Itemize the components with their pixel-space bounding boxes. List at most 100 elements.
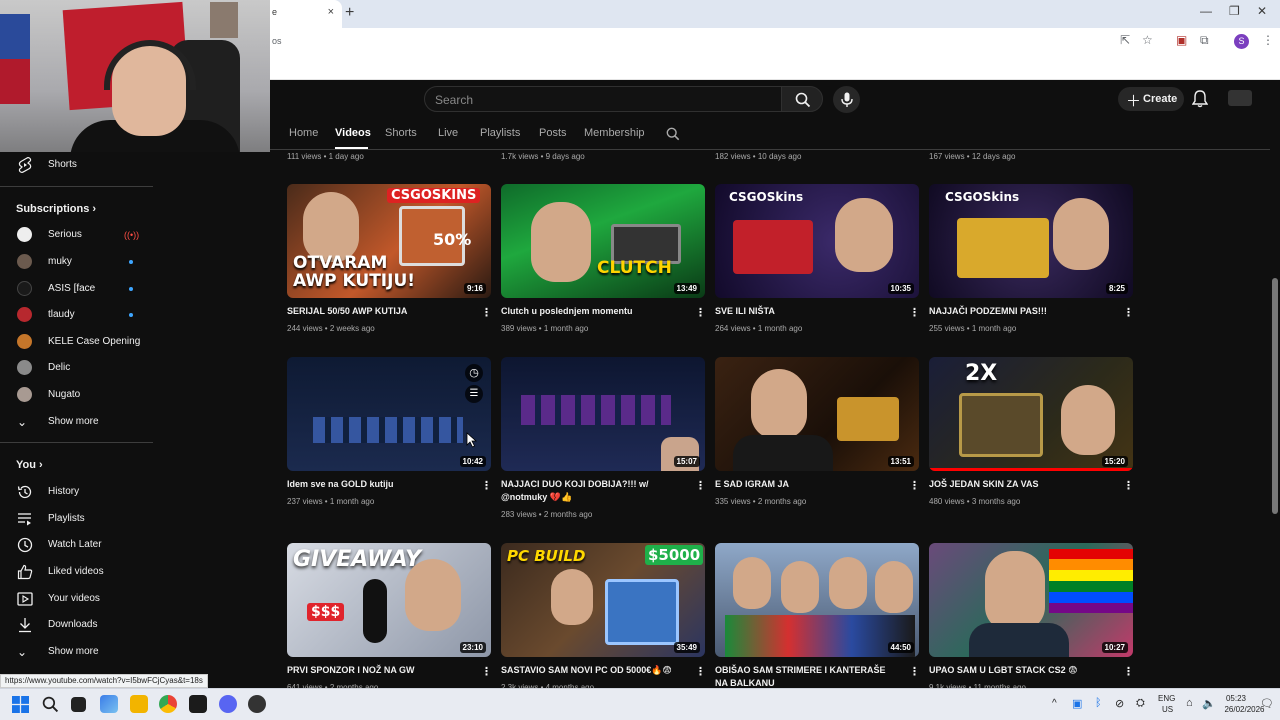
video-thumbnail[interactable]: GIVEAWAY $$$ 23:10: [287, 543, 491, 657]
add-to-queue-icon[interactable]: ☰: [465, 385, 483, 403]
notifications-icon[interactable]: 🗨: [1260, 697, 1274, 710]
search-button[interactable]: [781, 86, 823, 112]
search-input[interactable]: Search: [424, 86, 782, 112]
close-window-button[interactable]: ✕: [1257, 4, 1267, 18]
video-title[interactable]: SASTAVIO SAM NOVI PC OD 5000€🔥😨: [501, 664, 686, 677]
subscriptions-heading[interactable]: Subscriptions ›: [16, 203, 96, 215]
sidebar-item-liked-videos[interactable]: Liked videos: [0, 559, 155, 585]
sidebar-item-playlists[interactable]: Playlists: [0, 506, 155, 532]
subscription-item[interactable]: tlaudy: [0, 302, 155, 328]
create-button[interactable]: ＋ Create: [1118, 87, 1184, 111]
browser-tab[interactable]: e ×: [270, 0, 342, 28]
extension-icon[interactable]: ▣: [1176, 33, 1187, 47]
video-thumbnail[interactable]: 13:51: [715, 357, 919, 471]
more-actions-icon[interactable]: ⋮: [695, 306, 706, 319]
voice-search-button[interactable]: [833, 86, 860, 113]
tab-live[interactable]: Live: [438, 127, 458, 139]
sidebar-item-watch-later[interactable]: Watch Later: [0, 532, 155, 558]
chrome-menu-icon[interactable]: ⋮: [1262, 33, 1274, 47]
subscription-item[interactable]: ASIS [face: [0, 276, 155, 302]
tray-vpn-icon[interactable]: ⊘: [1115, 697, 1124, 710]
video-thumbnail[interactable]: 44:50: [715, 543, 919, 657]
bluetooth-icon[interactable]: ᛒ: [1095, 697, 1102, 709]
video-thumbnail[interactable]: ◷ ☰ 10:42: [287, 357, 491, 471]
video-title[interactable]: SVE ILI NIŠTA: [715, 305, 900, 318]
sidebar-item-downloads[interactable]: Downloads: [0, 612, 155, 638]
widgets-icon[interactable]: [100, 695, 118, 713]
more-actions-icon[interactable]: ⋮: [481, 665, 492, 678]
more-actions-icon[interactable]: ⋮: [695, 665, 706, 678]
account-avatar[interactable]: [1228, 90, 1252, 106]
video-title[interactable]: Clutch u poslednjem momentu: [501, 305, 686, 318]
input-language[interactable]: ENG: [1158, 694, 1175, 703]
more-actions-icon[interactable]: ⋮: [1123, 479, 1134, 492]
subscription-item[interactable]: Delic: [0, 355, 155, 381]
sidebar-item-history[interactable]: History: [0, 479, 155, 505]
clock-time[interactable]: 05:23: [1220, 694, 1252, 703]
tray-app-icon[interactable]: ▣: [1072, 697, 1082, 710]
video-title[interactable]: Idem sve na GOLD kutiju: [287, 478, 472, 491]
install-app-icon[interactable]: ⇱: [1120, 33, 1130, 47]
notifications-bell-icon[interactable]: [1192, 90, 1208, 108]
video-thumbnail[interactable]: CLUTCH 13:49: [501, 184, 705, 298]
extensions-puzzle-icon[interactable]: ⧉: [1200, 33, 1209, 48]
video-thumbnail[interactable]: 2X 15:20: [929, 357, 1133, 471]
video-thumbnail[interactable]: CSGOSkins 10:35: [715, 184, 919, 298]
more-actions-icon[interactable]: ⋮: [1123, 665, 1134, 678]
profile-avatar[interactable]: S: [1234, 34, 1249, 49]
more-actions-icon[interactable]: ⋮: [909, 306, 920, 319]
app-taskbar-icon[interactable]: [189, 695, 207, 713]
more-actions-icon[interactable]: ⋮: [481, 306, 492, 319]
network-icon[interactable]: ⌂: [1186, 697, 1193, 709]
tab-shorts[interactable]: Shorts: [385, 127, 417, 139]
sidebar-item-your-videos[interactable]: Your videos: [0, 586, 155, 612]
subscription-item[interactable]: muky: [0, 249, 155, 275]
more-actions-icon[interactable]: ⋮: [1123, 306, 1134, 319]
tray-misc-icon[interactable]: ⛭: [1136, 697, 1145, 710]
video-title[interactable]: SERIJAL 50/50 AWP KUTIJA: [287, 305, 472, 318]
channel-search-icon[interactable]: [666, 127, 680, 141]
tab-home[interactable]: Home: [289, 127, 318, 139]
more-actions-icon[interactable]: ⋮: [909, 665, 920, 678]
video-title[interactable]: NAJJAČI PODZEMNI PAS!!!: [929, 305, 1114, 318]
subscription-item[interactable]: Nugato: [0, 382, 155, 408]
show-more-you[interactable]: ⌄ Show more: [0, 639, 155, 665]
sidebar-item-shorts[interactable]: Shorts: [0, 152, 155, 178]
show-more-subscriptions[interactable]: ⌄ Show more: [0, 409, 155, 435]
you-heading[interactable]: You ›: [16, 459, 43, 471]
video-thumbnail[interactable]: PC BUILD $5000 35:49: [501, 543, 705, 657]
tray-chevron-icon[interactable]: ^: [1052, 698, 1057, 709]
video-title[interactable]: PRVI SPONZOR I NOŽ NA GW: [287, 664, 472, 677]
video-thumbnail[interactable]: CSGOSkins 8:25: [929, 184, 1133, 298]
tab-membership[interactable]: Membership: [584, 127, 645, 139]
video-title[interactable]: E SAD IGRAM JA: [715, 478, 900, 491]
address-url[interactable]: os: [272, 36, 282, 46]
video-title[interactable]: UPAO SAM U LGBT STACK CS2 😨: [929, 664, 1114, 677]
chrome-taskbar-icon[interactable]: [159, 695, 177, 713]
obs-taskbar-icon[interactable]: [248, 695, 266, 713]
video-thumbnail[interactable]: 15:07: [501, 357, 705, 471]
minimize-button[interactable]: —: [1200, 4, 1212, 18]
restore-button[interactable]: ❐: [1229, 4, 1240, 18]
video-title[interactable]: NAJJACI DUO KOJI DOBIJA?!!! w/ @notmuky …: [501, 478, 686, 504]
more-actions-icon[interactable]: ⋮: [481, 479, 492, 492]
tab-videos[interactable]: Videos: [335, 127, 371, 139]
subscription-item[interactable]: KELE Case Opening: [0, 329, 155, 355]
subscription-item[interactable]: Serious ((•)): [0, 222, 155, 248]
discord-taskbar-icon[interactable]: [219, 695, 237, 713]
watch-later-icon[interactable]: ◷: [465, 364, 483, 382]
task-view-icon[interactable]: [71, 697, 86, 712]
video-thumbnail[interactable]: 10:27: [929, 543, 1133, 657]
file-explorer-icon[interactable]: [130, 695, 148, 713]
windows-start-icon[interactable]: [12, 696, 29, 713]
new-tab-button[interactable]: +: [345, 4, 354, 22]
taskbar-search-icon[interactable]: [42, 696, 59, 713]
video-title[interactable]: JOŠ JEDAN SKIN ZA VAS: [929, 478, 1114, 491]
tab-close-icon[interactable]: ×: [328, 6, 334, 18]
tab-posts[interactable]: Posts: [539, 127, 567, 139]
video-title[interactable]: OBIŠAO SAM STRIMERE I KANTERAŠE NA BALKA…: [715, 664, 900, 690]
bookmark-star-icon[interactable]: ☆: [1142, 33, 1153, 47]
more-actions-icon[interactable]: ⋮: [695, 479, 706, 492]
tab-playlists[interactable]: Playlists: [480, 127, 520, 139]
scrollbar-thumb[interactable]: [1272, 278, 1278, 514]
